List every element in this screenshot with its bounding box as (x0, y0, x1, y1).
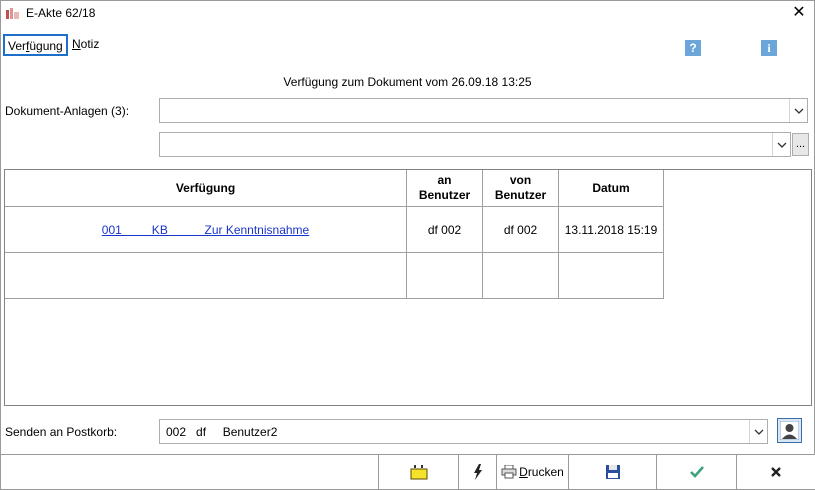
column-header-verfuegung[interactable]: Verfügung (5, 170, 407, 207)
folder-icon (410, 465, 427, 480)
column-header-von-benutzer[interactable]: von Benutzer (483, 170, 559, 207)
table-row-von-cell: df 002 (483, 207, 559, 253)
print-label-accel: D (519, 465, 528, 479)
page-title: Verfügung zum Dokument vom 26.09.18 13:2… (283, 75, 532, 89)
column-header-an-benutzer[interactable]: an Benutzer (407, 170, 483, 207)
chevron-down-icon[interactable] (772, 133, 790, 156)
table-row-empty-an[interactable] (407, 253, 483, 299)
tab-verfuegung[interactable]: Verfügung (3, 34, 68, 56)
verfuegung-link[interactable]: 001 KB Zur Kenntnisnahme (102, 223, 309, 237)
table-row-verfuegung-cell: 001 KB Zur Kenntnisnahme (5, 207, 407, 253)
close-icon[interactable]: ✕ (790, 4, 808, 22)
lightning-icon (473, 464, 482, 480)
help-icon[interactable]: ? (685, 40, 701, 56)
window-title: E-Akte 62/18 (26, 6, 96, 20)
tab-notiz[interactable]: Notiz (69, 34, 105, 56)
close-icon (771, 467, 781, 477)
table-row-datum-cell: 13.11.2018 15:19 (559, 207, 664, 253)
table-row-empty-datum[interactable] (559, 253, 664, 299)
attachments-label: Dokument-Anlagen (3): (5, 104, 130, 118)
tab-verfuegung-label-pre: Ver (8, 39, 27, 53)
postkorb-select-value: 002 df Benutzer2 (166, 425, 278, 439)
print-label: rucken (527, 465, 564, 479)
table-row-empty-von[interactable] (483, 253, 559, 299)
table-row-an-cell: df 002 (407, 207, 483, 253)
tab-verfuegung-label-post: ügung (29, 39, 63, 53)
attachments-select[interactable] (159, 98, 808, 123)
table-row-empty-verfuegung[interactable] (5, 253, 407, 299)
attachment-folder-button[interactable] (378, 455, 458, 489)
user-icon (780, 421, 799, 440)
tab-notiz-label-post: otiz (80, 37, 100, 51)
postkorb-label: Senden an Postkorb: (5, 425, 118, 439)
user-picker-button[interactable] (777, 418, 802, 443)
checkmark-icon (689, 466, 704, 478)
printer-icon (501, 465, 517, 479)
print-button[interactable]: Drucken (496, 455, 568, 489)
app-icon (6, 7, 20, 19)
browse-button[interactable]: ... (792, 133, 809, 156)
info-icon[interactable]: i (761, 40, 777, 56)
column-header-datum[interactable]: Datum (559, 170, 664, 207)
verfuegung-table: Verfügung an Benutzer von Benutzer Datum… (4, 169, 812, 406)
floppy-disk-icon (605, 465, 620, 479)
cancel-button[interactable] (736, 455, 815, 489)
attachment-file-select[interactable] (159, 132, 791, 157)
postkorb-select[interactable]: 002 df Benutzer2 (159, 419, 768, 444)
chevron-down-icon[interactable] (749, 420, 767, 443)
save-button[interactable] (568, 455, 656, 489)
quick-action-button[interactable] (458, 455, 496, 489)
chevron-down-icon[interactable] (789, 99, 807, 122)
tab-notiz-label-accel: N (72, 37, 81, 51)
confirm-button[interactable] (656, 455, 736, 489)
